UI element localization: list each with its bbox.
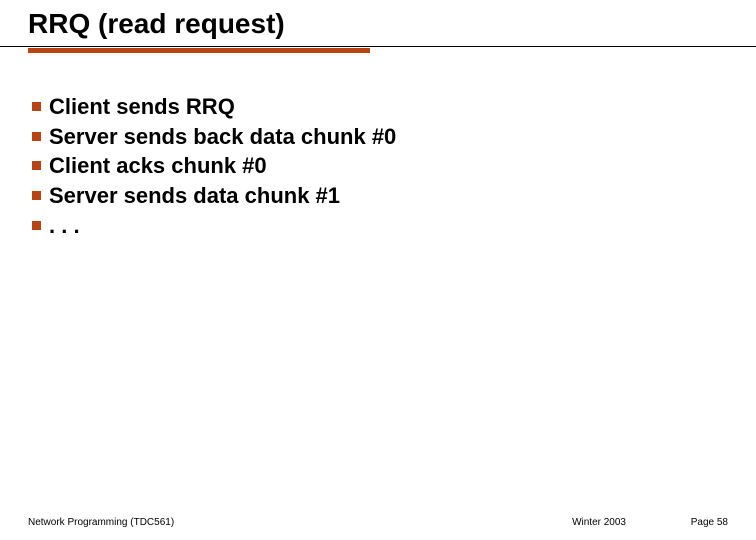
bullet-list: Client sends RRQ Server sends back data … (32, 92, 756, 240)
underline-thick (28, 48, 370, 53)
bullet-text: Server sends data chunk #1 (49, 181, 340, 211)
bullet-square-icon (32, 132, 41, 141)
bullet-square-icon (32, 161, 41, 170)
content-area: Client sends RRQ Server sends back data … (0, 52, 756, 240)
list-item: Client sends RRQ (32, 92, 756, 122)
bullet-text: Server sends back data chunk #0 (49, 122, 396, 152)
bullet-square-icon (32, 191, 41, 200)
list-item: Server sends back data chunk #0 (32, 122, 756, 152)
slide-title: RRQ (read request) (28, 8, 756, 40)
bullet-square-icon (32, 221, 41, 230)
bullet-text: Client sends RRQ (49, 92, 235, 122)
bullet-text: Client acks chunk #0 (49, 151, 267, 181)
title-area: RRQ (read request) (0, 0, 756, 40)
list-item: Client acks chunk #0 (32, 151, 756, 181)
footer-mid: Winter 2003 (572, 517, 626, 528)
footer-right: Page 58 (691, 517, 728, 528)
underline-thin (0, 46, 756, 47)
slide: RRQ (read request) Client sends RRQ Serv… (0, 0, 756, 540)
footer-left: Network Programming (TDC561) (28, 517, 174, 528)
title-underline (0, 46, 756, 52)
bullet-square-icon (32, 102, 41, 111)
list-item: . . . (32, 211, 756, 241)
list-item: Server sends data chunk #1 (32, 181, 756, 211)
bullet-text: . . . (49, 211, 80, 241)
